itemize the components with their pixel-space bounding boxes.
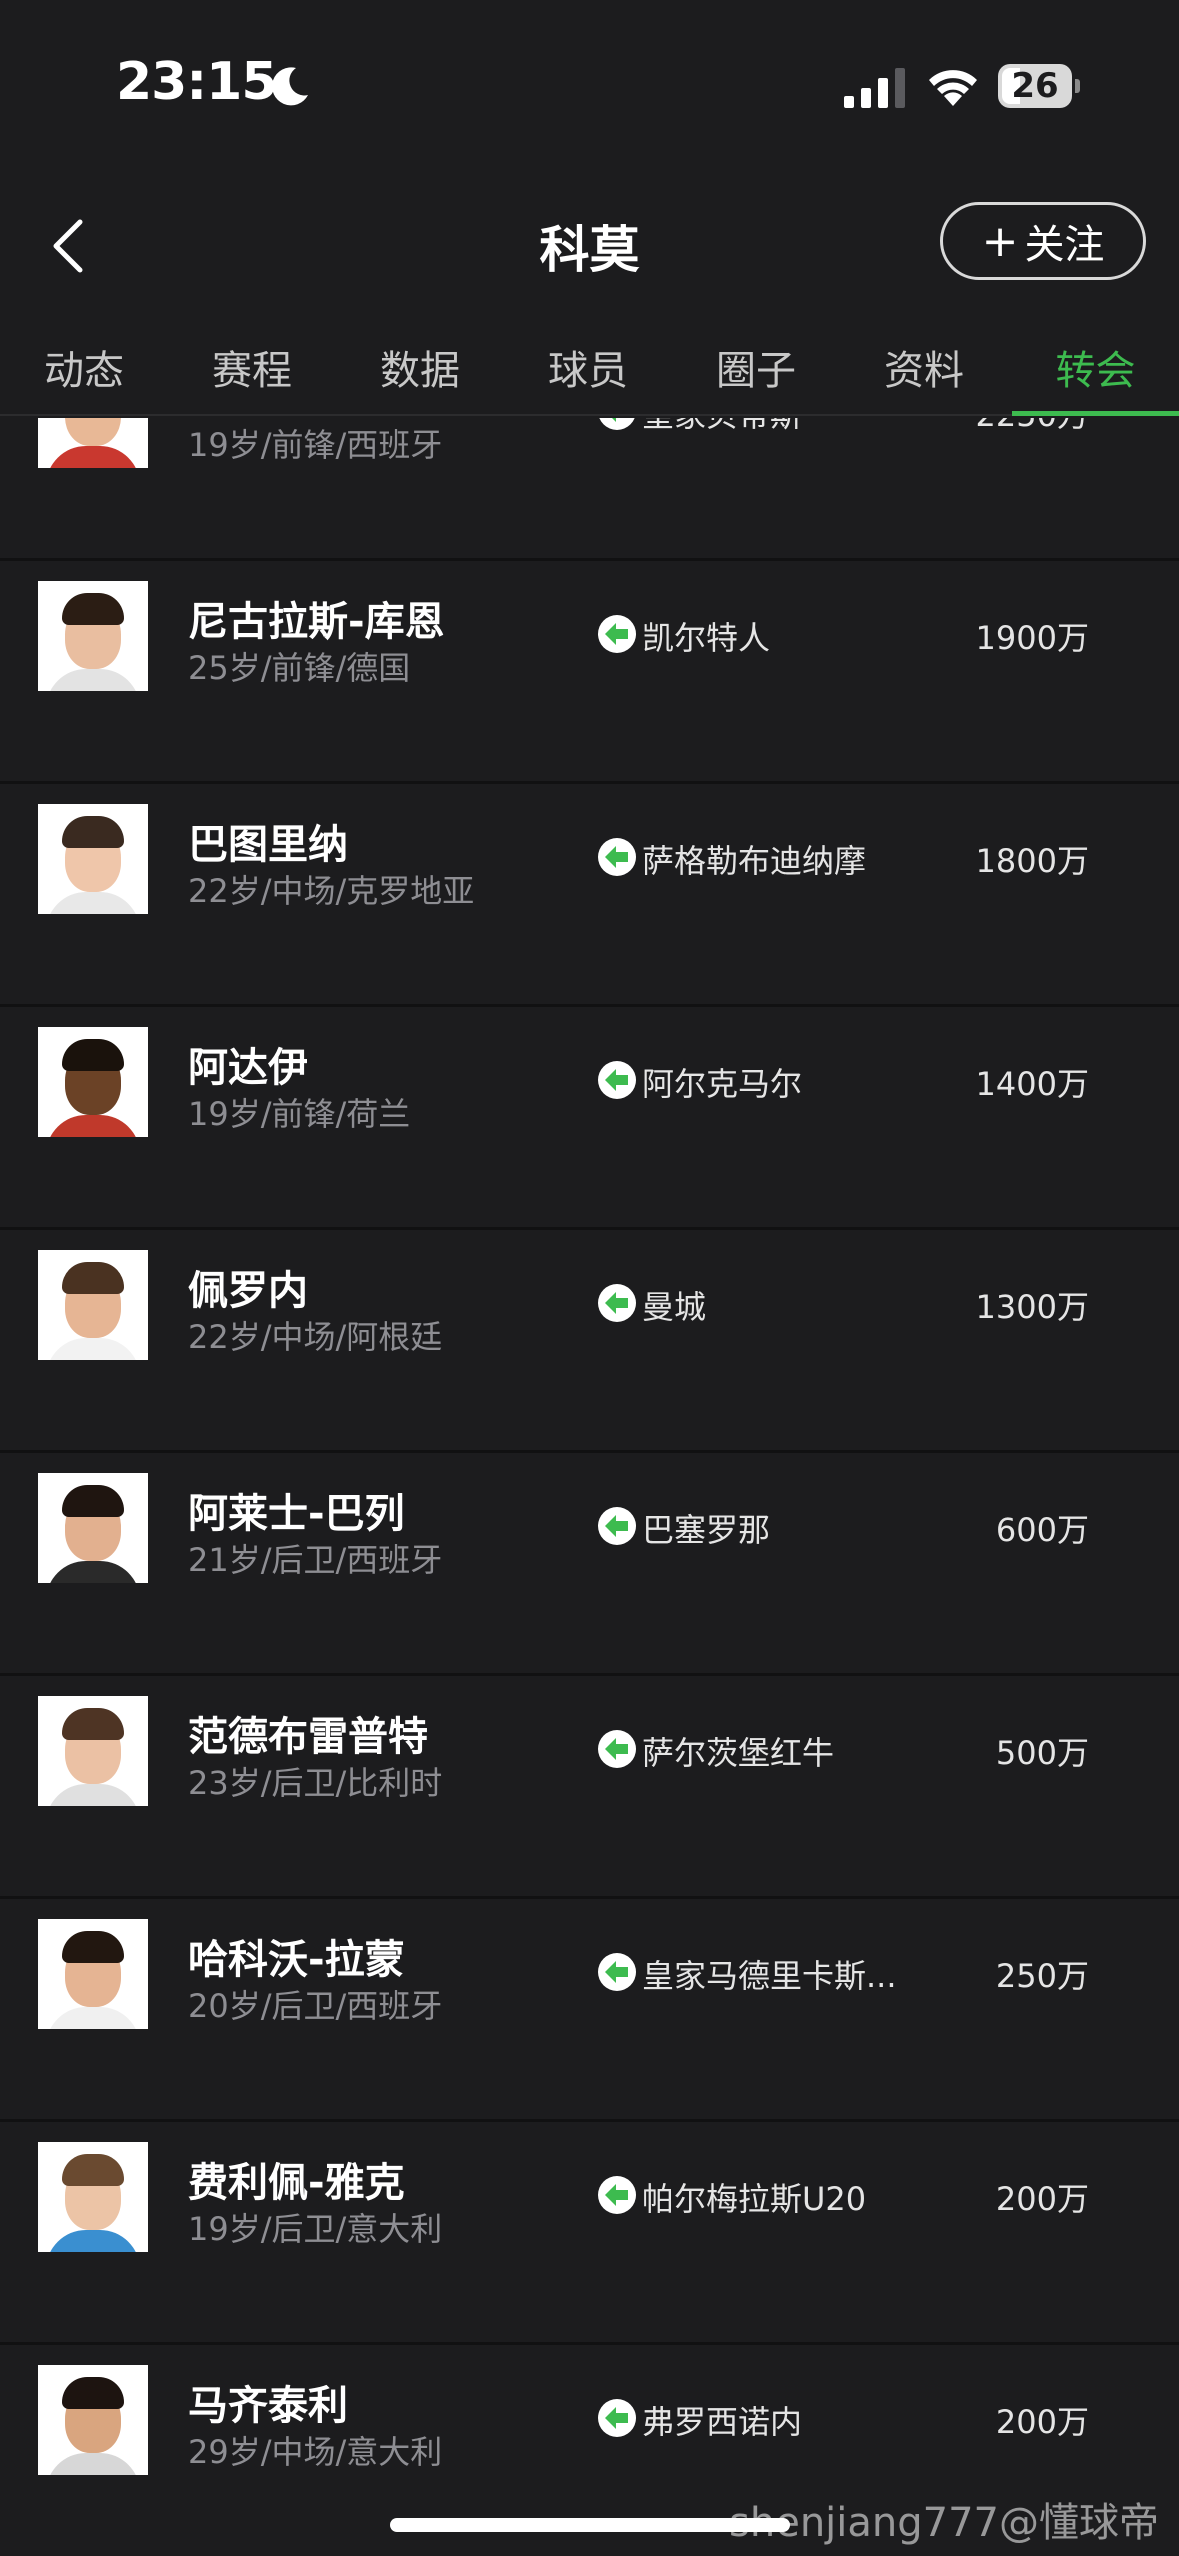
arrow-left-circle-icon <box>598 1507 636 1545</box>
player-avatar[interactable] <box>38 581 148 691</box>
tab-label: 赛程 <box>212 348 292 394</box>
tab-label: 资料 <box>884 348 964 394</box>
transfer-row[interactable]: 范德布雷普特 23岁/后卫/比利时 萨尔茨堡红牛 500万 <box>0 1676 1179 1899</box>
player-avatar[interactable] <box>38 1250 148 1360</box>
tab-players[interactable]: 球员 <box>504 320 672 414</box>
player-avatar[interactable] <box>38 1696 148 1806</box>
battery-indicator: 26 <box>998 64 1080 110</box>
arrow-left-circle-icon <box>598 1953 636 1991</box>
transfer-row[interactable]: 阿达伊 19岁/前锋/荷兰 阿尔克马尔 1400万 <box>0 1007 1179 1230</box>
player-avatar[interactable] <box>38 1473 148 1583</box>
transfer-fee: 1400万 <box>975 1065 1089 1103</box>
from-club: 巴塞罗那 <box>642 1511 771 1549</box>
transfer-fee: 600万 <box>995 1511 1089 1549</box>
player-name: 阿莱士-巴列 <box>188 1491 405 1537</box>
from-club: 凯尔特人 <box>642 619 771 657</box>
tab-stats[interactable]: 数据 <box>336 320 504 414</box>
tab-label: 动态 <box>44 348 124 394</box>
transfer-fee: 200万 <box>995 2180 1089 2218</box>
player-avatar[interactable] <box>38 804 148 914</box>
arrow-left-circle-icon <box>598 1730 636 1768</box>
player-avatar[interactable] <box>38 418 148 468</box>
status-bar: 23:15 26 <box>0 0 1179 170</box>
transfer-row[interactable]: 阿莱士-巴列 21岁/后卫/西班牙 巴塞罗那 600万 <box>0 1453 1179 1676</box>
watermark: shenjiang777@懂球帝 <box>729 2500 1159 2546</box>
arrow-left-circle-icon <box>598 1061 636 1099</box>
follow-button[interactable]: + 关注 <box>940 202 1146 280</box>
tab-label: 圈子 <box>716 348 796 394</box>
from-club: 帕尔梅拉斯U20 <box>642 2180 867 2218</box>
player-info: 20岁/后卫/西班牙 <box>188 1987 443 2025</box>
active-tab-indicator <box>1012 411 1179 416</box>
tab-info[interactable]: 资料 <box>840 320 1008 414</box>
arrow-left-circle-icon <box>599 418 635 430</box>
tab-bar: 动态 赛程 数据 球员 圈子 资料 转会 <box>0 320 1179 416</box>
arrow-left-circle-icon <box>598 2399 636 2437</box>
tab-label: 数据 <box>380 348 460 394</box>
nav-header: 科莫 + 关注 <box>0 170 1179 320</box>
player-name: 哈科沃-拉蒙 <box>188 1937 405 1983</box>
player-avatar[interactable] <box>38 2365 148 2475</box>
from-club: 阿尔克马尔 <box>642 1065 803 1103</box>
home-indicator[interactable] <box>390 2518 790 2532</box>
player-info: 23岁/后卫/比利时 <box>188 1764 443 1802</box>
player-avatar[interactable] <box>38 1027 148 1137</box>
arrow-left-circle-icon <box>598 1284 636 1322</box>
from-club: 弗罗西诺内 <box>642 2403 803 2441</box>
transfer-row[interactable]: 巴图里纳 22岁/中场/克罗地亚 萨格勒布迪纳摩 1800万 <box>0 784 1179 1007</box>
player-info: 19岁/前锋/荷兰 <box>188 1095 411 1133</box>
tab-circle[interactable]: 圈子 <box>672 320 840 414</box>
follow-label: 关注 <box>1024 222 1105 268</box>
battery-level-text: 26 <box>1011 66 1059 106</box>
player-avatar[interactable] <box>38 1919 148 2029</box>
arrow-left-circle-icon <box>598 838 636 876</box>
player-info: 22岁/中场/克罗地亚 <box>188 872 475 910</box>
transfer-fee: 500万 <box>995 1734 1089 1772</box>
transfer-fee: 1300万 <box>975 1288 1089 1326</box>
tab-label: 转会 <box>1055 348 1136 394</box>
transfer-row[interactable]: 哈科沃-拉蒙 20岁/后卫/西班牙 皇家马德里卡斯... 250万 <box>0 1899 1179 2122</box>
tab-transfers[interactable]: 转会 <box>1012 320 1179 416</box>
from-club: 皇家马德里卡斯... <box>642 1957 897 1995</box>
transfer-list[interactable]: 赫苏斯-罗德里格斯19岁/前锋/西班牙皇家贝蒂斯2250万尼古拉斯-库恩25岁/… <box>0 418 1179 2556</box>
transfer-row[interactable]: 费利佩-雅克 19岁/后卫/意大利 帕尔梅拉斯U20 200万 <box>0 2122 1179 2345</box>
player-avatar[interactable] <box>38 2142 148 2252</box>
signal-icon <box>844 68 905 108</box>
transfer-row[interactable]: 尼古拉斯-库恩 25岁/前锋/德国 凯尔特人 1900万 <box>0 561 1179 784</box>
tab-schedule[interactable]: 赛程 <box>168 320 336 414</box>
player-info: 19岁/前锋/西班牙 <box>188 426 443 464</box>
transfer-fee: 200万 <box>995 2403 1089 2441</box>
from-club: 萨格勒布迪纳摩 <box>642 842 867 880</box>
player-name: 巴图里纳 <box>188 822 348 868</box>
transfer-row[interactable]: 佩罗内 22岁/中场/阿根廷 曼城 1300万 <box>0 1230 1179 1453</box>
arrow-left-circle-icon <box>598 615 636 653</box>
from-club: 皇家贝蒂斯 <box>642 418 802 436</box>
player-info: 22岁/中场/阿根廷 <box>188 1318 443 1356</box>
player-name: 费利佩-雅克 <box>188 2160 405 2206</box>
player-info: 21岁/后卫/西班牙 <box>188 1541 443 1579</box>
player-info: 29岁/中场/意大利 <box>188 2433 443 2471</box>
transfer-fee: 1900万 <box>975 619 1089 657</box>
tab-label: 球员 <box>548 348 628 394</box>
tab-dynamics[interactable]: 动态 <box>0 320 168 414</box>
player-info: 19岁/后卫/意大利 <box>188 2210 443 2248</box>
player-name: 佩罗内 <box>188 1268 308 1314</box>
transfer-fee: 250万 <box>995 1957 1089 1995</box>
wifi-icon <box>929 70 977 106</box>
arrow-left-circle-icon <box>598 2176 636 2214</box>
moon-icon <box>272 67 308 106</box>
status-time: 23:15 <box>116 52 278 112</box>
transfer-row[interactable]: 赫苏斯-罗德里格斯19岁/前锋/西班牙皇家贝蒂斯2250万 <box>0 418 1179 561</box>
from-club: 曼城 <box>642 1288 707 1326</box>
player-name: 阿达伊 <box>188 1045 308 1091</box>
player-name: 范德布雷普特 <box>188 1714 428 1760</box>
player-info: 25岁/前锋/德国 <box>188 649 411 687</box>
plus-icon: + <box>981 215 1019 267</box>
player-name: 尼古拉斯-库恩 <box>188 599 445 645</box>
from-club: 萨尔茨堡红牛 <box>642 1734 835 1772</box>
transfer-fee: 1800万 <box>975 842 1089 880</box>
transfer-fee: 2250万 <box>889 418 1089 436</box>
player-name: 马齐泰利 <box>188 2383 348 2429</box>
